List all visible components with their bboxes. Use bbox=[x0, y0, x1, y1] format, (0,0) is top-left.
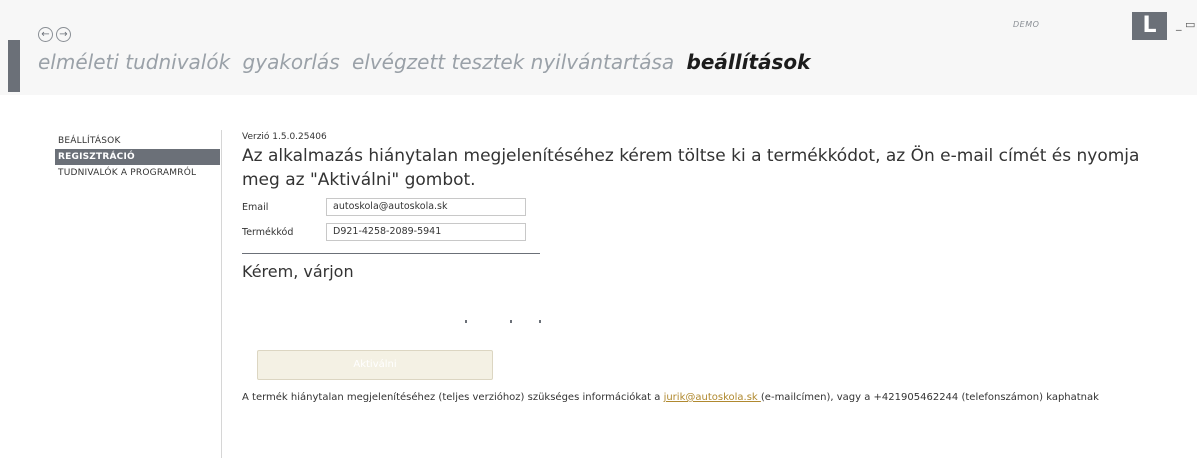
app-logo: L bbox=[1132, 12, 1167, 40]
sidebar-item-settings[interactable]: BEÁLLÍTÁSOK bbox=[55, 133, 220, 149]
info-text-end: (e-mailcímen), vagy a +421905462244 (tel… bbox=[760, 392, 1099, 403]
please-wait-text: Kérem, várjon bbox=[242, 262, 354, 281]
history-navigation: ← → bbox=[38, 27, 71, 42]
loading-dot bbox=[465, 320, 467, 323]
contact-email-link[interactable]: jurik@autoskola.sk bbox=[664, 392, 761, 403]
nav-item-theory[interactable]: elméleti tudnivalók bbox=[38, 50, 230, 74]
sidebar-item-registration[interactable]: REGISZTRÁCIÓ bbox=[55, 149, 220, 165]
info-text: A termék hiánytalan megjelenítéséhez (te… bbox=[242, 390, 1182, 405]
page-headline: Az alkalmazás hiánytalan megjelenítéséhe… bbox=[242, 146, 1140, 190]
accent-bar bbox=[8, 40, 20, 92]
demo-label: DEMO bbox=[1013, 20, 1040, 29]
forward-arrow-icon[interactable]: → bbox=[56, 27, 71, 42]
registration-panel: Verzió 1.5.0.25406 Az alkalmazás hiányta… bbox=[242, 132, 1182, 403]
separator-line bbox=[242, 253, 540, 254]
version-label: Verzió 1.5.0.25406 bbox=[242, 132, 327, 142]
main-navigation: elméleti tudnivalók gyakorlás elvégzett … bbox=[38, 50, 816, 74]
loading-dot bbox=[510, 320, 512, 323]
product-code-row: Termékkód D921-4258-2089-5941 bbox=[242, 222, 1182, 242]
email-field[interactable]: autoskola@autoskola.sk bbox=[326, 198, 526, 216]
email-label: Email bbox=[242, 201, 269, 213]
info-text-start: A termék hiánytalan megjelenítéséhez (te… bbox=[242, 392, 664, 403]
nav-item-practice[interactable]: gyakorlás bbox=[243, 50, 340, 74]
top-bar: ← → elméleti tudnivalók gyakorlás elvégz… bbox=[0, 0, 1197, 95]
back-arrow-icon[interactable]: ← bbox=[38, 27, 53, 42]
product-code-field[interactable]: D921-4258-2089-5941 bbox=[326, 223, 526, 241]
nav-item-test-history[interactable]: elvégzett tesztek nyilvántartása bbox=[352, 50, 674, 74]
window-controls[interactable]: _ ▭ × bbox=[1176, 18, 1197, 31]
product-code-label: Termékkód bbox=[242, 226, 294, 238]
sidebar-divider bbox=[221, 130, 222, 458]
email-row: Email autoskola@autoskola.sk bbox=[242, 197, 1182, 217]
activate-button[interactable]: Aktiválni bbox=[257, 350, 493, 380]
sidebar: BEÁLLÍTÁSOK REGISZTRÁCIÓ TUDNIVALÓK A PR… bbox=[55, 133, 220, 181]
nav-item-settings[interactable]: beállítások bbox=[687, 50, 811, 74]
sidebar-item-about-program[interactable]: TUDNIVALÓK A PROGRAMRÓL bbox=[55, 165, 220, 181]
loading-indicator bbox=[465, 320, 555, 326]
loading-dot bbox=[539, 320, 541, 323]
